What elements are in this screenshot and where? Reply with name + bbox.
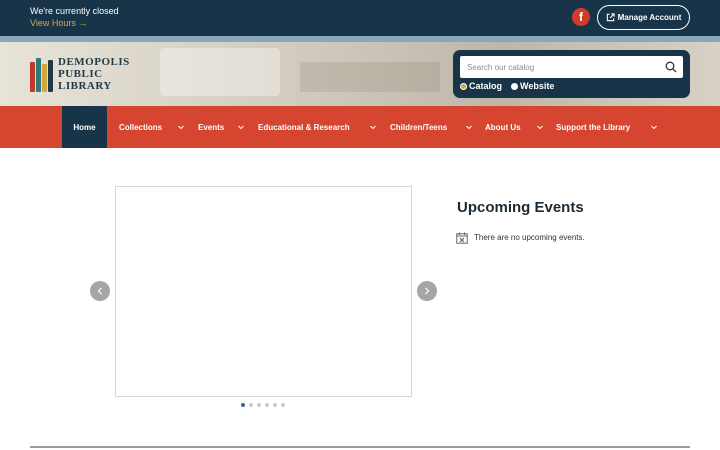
logo-line-1: DEMOPOLIS <box>58 56 130 68</box>
chevron-right-icon <box>425 287 430 295</box>
books-icon <box>30 58 56 92</box>
radio-icon <box>511 82 519 90</box>
slider-dot[interactable] <box>273 403 277 407</box>
chevron-down-icon[interactable] <box>237 123 245 131</box>
external-link-icon <box>606 13 615 22</box>
search-icon[interactable] <box>665 61 677 73</box>
nav-item-collections[interactable]: Collections <box>119 106 162 148</box>
open-status: We're currently closed <box>30 6 119 16</box>
view-hours-link[interactable]: View Hours → <box>30 18 87 29</box>
catalog-radio-label: Catalog <box>469 81 503 91</box>
banner-photo-detail <box>300 62 440 92</box>
nav-item-home[interactable]: Home <box>62 106 107 148</box>
calendar-x-icon <box>456 232 468 244</box>
manage-account-label: Manage Account <box>617 13 682 22</box>
slider-dot[interactable] <box>281 403 285 407</box>
radio-selected-icon <box>460 82 467 90</box>
chevron-down-icon[interactable] <box>536 123 544 131</box>
slider-dot[interactable] <box>265 403 269 407</box>
slider-next-button[interactable] <box>417 281 437 301</box>
chevron-down-icon[interactable] <box>650 123 658 131</box>
search-field <box>460 56 683 78</box>
chevron-down-icon[interactable] <box>465 123 473 131</box>
chevron-down-icon[interactable] <box>369 123 377 131</box>
catalog-radio[interactable]: Catalog <box>460 81 502 91</box>
nav-item-children-teens[interactable]: Children/Teens <box>390 106 447 148</box>
main-nav: Home Collections Events Educational & Re… <box>0 106 720 148</box>
website-radio-label: Website <box>520 81 555 91</box>
top-bar: We're currently closed View Hours → f Ma… <box>0 0 720 36</box>
no-events-message: There are no upcoming events. <box>474 233 585 242</box>
slider-dot[interactable] <box>241 403 245 407</box>
search-input[interactable] <box>460 56 650 78</box>
slider-dot[interactable] <box>257 403 261 407</box>
library-logo[interactable]: DEMOPOLIS PUBLIC LIBRARY <box>30 54 129 96</box>
nav-item-about-us[interactable]: About Us <box>485 106 521 148</box>
logo-line-3: LIBRARY <box>58 80 112 92</box>
chevron-down-icon[interactable] <box>177 123 185 131</box>
manage-account-button[interactable]: Manage Account <box>597 5 690 30</box>
nav-item-support-the-library[interactable]: Support the Library <box>556 106 630 148</box>
section-divider <box>30 446 690 448</box>
upcoming-events-heading: Upcoming Events <box>457 199 584 216</box>
featured-slide[interactable] <box>115 186 412 397</box>
facebook-icon[interactable]: f <box>572 8 590 26</box>
search-scope: Catalog Website <box>460 81 554 91</box>
slider-prev-button[interactable] <box>90 281 110 301</box>
nav-item-educational-research[interactable]: Educational & Research <box>258 106 350 148</box>
logo-line-2: PUBLIC <box>58 68 103 80</box>
catalog-search-panel: Catalog Website <box>453 50 690 98</box>
chevron-left-icon <box>97 287 102 295</box>
slider-dot[interactable] <box>249 403 253 407</box>
slider-pagination <box>241 403 285 407</box>
banner-photo-detail <box>160 48 280 96</box>
website-radio[interactable]: Website <box>511 81 554 91</box>
nav-item-events[interactable]: Events <box>198 106 224 148</box>
